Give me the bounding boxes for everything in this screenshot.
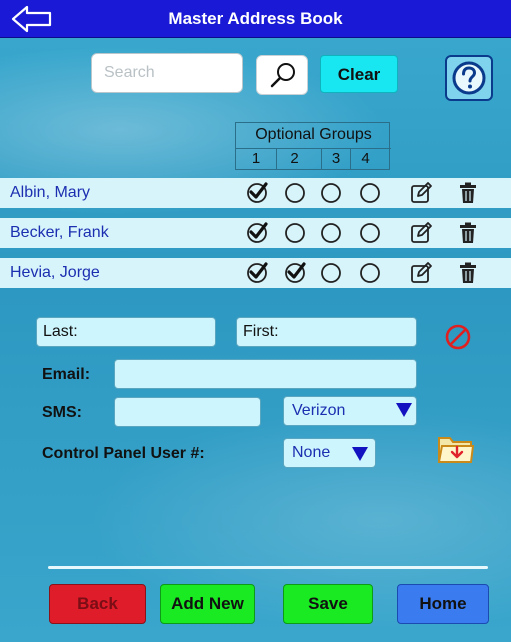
clear-button[interactable]: Clear: [320, 55, 398, 93]
trash-icon[interactable]: [456, 181, 480, 205]
email-label: Email:: [42, 366, 91, 383]
page-title: Master Address Book: [168, 9, 343, 28]
separator: [48, 566, 488, 569]
sms-label: SMS:: [42, 404, 82, 421]
radio-empty-icon[interactable]: [358, 221, 382, 245]
control-panel-user-value: None: [292, 444, 331, 461]
optional-groups-title: Optional Groups: [236, 123, 391, 149]
folder-download-icon[interactable]: [437, 432, 475, 466]
group-number-3: 3: [321, 149, 350, 170]
title-bar: Master Address Book: [0, 0, 511, 38]
control-panel-user-label: Control Panel User #:: [42, 445, 205, 462]
contact-row[interactable]: Hevia, Jorge: [0, 258, 511, 288]
edit-icon[interactable]: [409, 261, 433, 285]
trash-icon[interactable]: [456, 261, 480, 285]
edit-icon[interactable]: [409, 221, 433, 245]
email-field[interactable]: [114, 359, 417, 389]
radio-empty-icon[interactable]: [319, 221, 343, 245]
contact-row[interactable]: Becker, Frank: [0, 218, 511, 248]
checkmark-icon[interactable]: [245, 261, 269, 285]
trash-icon[interactable]: [456, 221, 480, 245]
dropdown-triangle-icon: [352, 447, 368, 461]
contact-row[interactable]: Albin, Mary: [0, 178, 511, 208]
checkmark-icon[interactable]: [245, 221, 269, 245]
group-number-1: 1: [251, 150, 261, 167]
carrier-select[interactable]: Verizon: [283, 396, 417, 426]
group-number-4: 4: [350, 149, 380, 170]
optional-groups-header: Optional Groups 1 2 3 4: [235, 122, 391, 170]
first-name-field[interactable]: First:: [236, 317, 417, 347]
radio-empty-icon[interactable]: [319, 181, 343, 205]
checkmark-icon[interactable]: [245, 181, 269, 205]
back-button[interactable]: Back: [49, 584, 146, 624]
carrier-select-value: Verizon: [292, 402, 346, 419]
help-button[interactable]: [445, 55, 493, 101]
search-button[interactable]: [256, 55, 308, 95]
group-number-2: 2: [276, 149, 312, 170]
edit-icon[interactable]: [409, 181, 433, 205]
checkmark-icon[interactable]: [283, 261, 307, 285]
radio-empty-icon[interactable]: [283, 181, 307, 205]
save-button[interactable]: Save: [283, 584, 373, 624]
radio-empty-icon[interactable]: [358, 261, 382, 285]
radio-empty-icon[interactable]: [283, 221, 307, 245]
magnifier-icon: [270, 63, 295, 88]
dropdown-triangle-icon: [396, 403, 412, 417]
no-entry-icon[interactable]: [443, 322, 473, 352]
search-input[interactable]: [91, 53, 243, 93]
contact-name[interactable]: Albin, Mary: [10, 184, 90, 202]
sms-field[interactable]: [114, 397, 261, 427]
home-button[interactable]: Home: [397, 584, 489, 624]
radio-empty-icon[interactable]: [358, 181, 382, 205]
radio-empty-icon[interactable]: [319, 261, 343, 285]
last-name-field[interactable]: Last:: [36, 317, 216, 347]
contact-name[interactable]: Hevia, Jorge: [10, 264, 100, 282]
control-panel-user-select[interactable]: None: [283, 438, 376, 468]
help-icon: [452, 61, 486, 95]
add-new-button[interactable]: Add New: [160, 584, 255, 624]
contact-name[interactable]: Becker, Frank: [10, 224, 109, 242]
